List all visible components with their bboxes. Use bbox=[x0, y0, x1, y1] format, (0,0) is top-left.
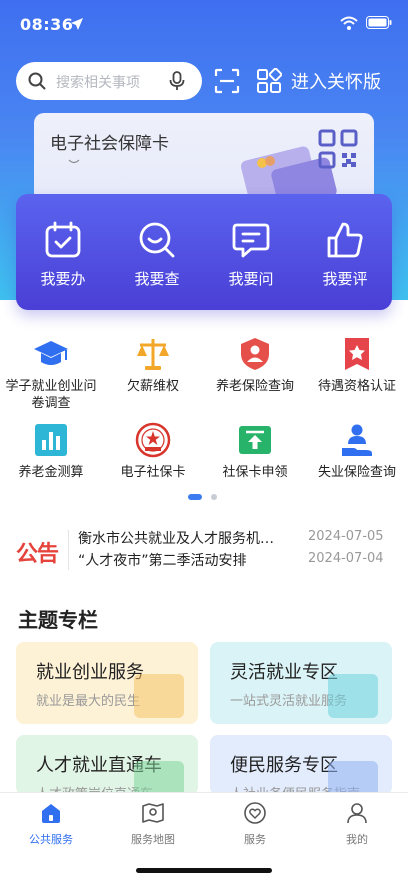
search-smile-icon bbox=[139, 222, 175, 258]
action-label: 我要问 bbox=[228, 270, 274, 288]
microphone-icon[interactable] bbox=[168, 71, 186, 91]
topic-card-flexible[interactable]: 灵活就业专区 一站式灵活就业服务 bbox=[210, 642, 392, 724]
topic-title: 便民服务专区 bbox=[230, 755, 338, 776]
home-indicator bbox=[136, 868, 272, 873]
bar-chart-icon bbox=[35, 424, 67, 456]
service-card-apply[interactable]: 社保卡申领 bbox=[204, 422, 306, 498]
wifi-icon bbox=[340, 16, 358, 30]
calendar-check-icon bbox=[45, 221, 81, 258]
search-input[interactable]: 搜索相关事项 bbox=[16, 62, 202, 100]
tab-public-service[interactable]: 公共服务 bbox=[0, 793, 102, 853]
qr-code-icon[interactable] bbox=[318, 129, 358, 169]
topics-heading: 主题专栏 bbox=[18, 608, 98, 632]
topic-card-talent[interactable]: 人才就业直通车 人才政策岗位直通车 bbox=[16, 735, 198, 795]
document-icon bbox=[328, 761, 378, 795]
action-do[interactable]: 我要办 bbox=[16, 194, 110, 310]
service-eligibility-auth[interactable]: 待遇资格认证 bbox=[306, 336, 408, 412]
person-hand-icon bbox=[342, 424, 372, 456]
notice-item-date: 2024-07-04 bbox=[308, 551, 384, 566]
top-toolbar: 搜索相关事项 进入关怀版 bbox=[0, 60, 408, 102]
action-label: 我要评 bbox=[322, 270, 368, 288]
quick-action-panel: 我要办 我要查 我要问 我要评 bbox=[16, 194, 392, 310]
service-label: 失业保险查询 bbox=[317, 465, 396, 480]
bookmark-icon bbox=[134, 674, 184, 718]
service-label: 学子就业创业问卷调查 bbox=[5, 379, 97, 411]
home-icon bbox=[42, 804, 60, 823]
service-pension-calc[interactable]: 养老金测算 bbox=[0, 422, 102, 498]
tab-label: 服务 bbox=[244, 833, 266, 846]
action-query[interactable]: 我要查 bbox=[110, 194, 204, 310]
service-e-card[interactable]: 电子社保卡 bbox=[102, 422, 204, 498]
star-badge-icon bbox=[345, 338, 369, 370]
notice-item-date: 2024-07-05 bbox=[308, 529, 384, 544]
service-label: 社保卡申领 bbox=[222, 465, 288, 480]
action-ask[interactable]: 我要问 bbox=[204, 194, 298, 310]
page-indicator bbox=[0, 492, 408, 502]
status-bar: 08:36 bbox=[0, 0, 408, 50]
upload-card-icon bbox=[239, 426, 271, 454]
service-label: 待遇资格认证 bbox=[317, 379, 396, 394]
topic-card-convenience[interactable]: 便民服务专区 人社业务便民服务指南 bbox=[210, 735, 392, 795]
tab-service[interactable]: 服务 bbox=[204, 793, 306, 853]
thumbs-up-icon bbox=[327, 222, 363, 258]
service-label: 电子社保卡 bbox=[120, 465, 186, 480]
topic-title: 就业创业服务 bbox=[36, 662, 144, 683]
page-dot-active[interactable] bbox=[188, 494, 202, 500]
notice-board: 公告 衡水市公共就业及人才服务机… 2024-07-05 “人才夜市”第二季活动… bbox=[0, 524, 408, 574]
tab-mine[interactable]: 我的 bbox=[306, 793, 408, 853]
eye-closed-icon[interactable] bbox=[68, 159, 80, 165]
figure-icon bbox=[328, 674, 378, 718]
notice-item-title[interactable]: “人才夜市”第二季活动安排 bbox=[78, 550, 298, 570]
action-label: 我要查 bbox=[134, 270, 180, 288]
status-time: 08:36 bbox=[20, 15, 74, 34]
notice-item-title[interactable]: 衡水市公共就业及人才服务机… bbox=[78, 528, 298, 548]
user-icon bbox=[347, 803, 367, 824]
service-student-survey[interactable]: 学子就业创业问卷调查 bbox=[0, 336, 102, 412]
search-icon bbox=[28, 72, 46, 90]
scan-icon[interactable] bbox=[214, 68, 240, 94]
map-icon bbox=[142, 803, 164, 823]
battery-icon bbox=[366, 16, 392, 29]
tab-service-map[interactable]: 服务地图 bbox=[102, 793, 204, 853]
chat-bubble-icon bbox=[232, 223, 270, 258]
topic-card-employment[interactable]: 就业创业服务 就业是最大的民生 bbox=[16, 642, 198, 724]
train-icon bbox=[134, 761, 184, 795]
care-mode-icon[interactable] bbox=[256, 68, 282, 94]
service-label: 养老金测算 bbox=[18, 465, 84, 480]
elder-shield-icon bbox=[241, 338, 269, 370]
notice-divider bbox=[68, 530, 69, 570]
tab-label: 公共服务 bbox=[29, 833, 73, 846]
scales-icon bbox=[137, 339, 169, 370]
page-dot[interactable] bbox=[211, 494, 217, 500]
service-label: 欠薪维权 bbox=[126, 379, 179, 394]
service-pension-query[interactable]: 养老保险查询 bbox=[204, 336, 306, 412]
action-label: 我要办 bbox=[40, 270, 86, 288]
heart-icon bbox=[244, 802, 266, 824]
tab-label: 我的 bbox=[346, 833, 368, 846]
action-rate[interactable]: 我要评 bbox=[298, 194, 392, 310]
card-title: 电子社会保障卡 bbox=[50, 134, 169, 154]
service-unemployment-query[interactable]: 失业保险查询 bbox=[306, 422, 408, 498]
service-wage-rights[interactable]: 欠薪维权 bbox=[102, 336, 204, 412]
search-placeholder: 搜索相关事项 bbox=[56, 75, 140, 91]
topic-subtitle: 就业是最大的民生 bbox=[36, 694, 141, 709]
location-arrow-icon bbox=[71, 18, 83, 30]
notice-badge: 公告 bbox=[16, 542, 59, 567]
emblem-icon bbox=[135, 422, 171, 458]
topic-title: 灵活就业专区 bbox=[230, 662, 338, 683]
care-mode-link[interactable]: 进入关怀版 bbox=[291, 68, 381, 94]
tab-label: 服务地图 bbox=[131, 833, 175, 846]
graduation-cap-icon bbox=[34, 341, 68, 365]
service-label: 养老保险查询 bbox=[215, 379, 294, 394]
